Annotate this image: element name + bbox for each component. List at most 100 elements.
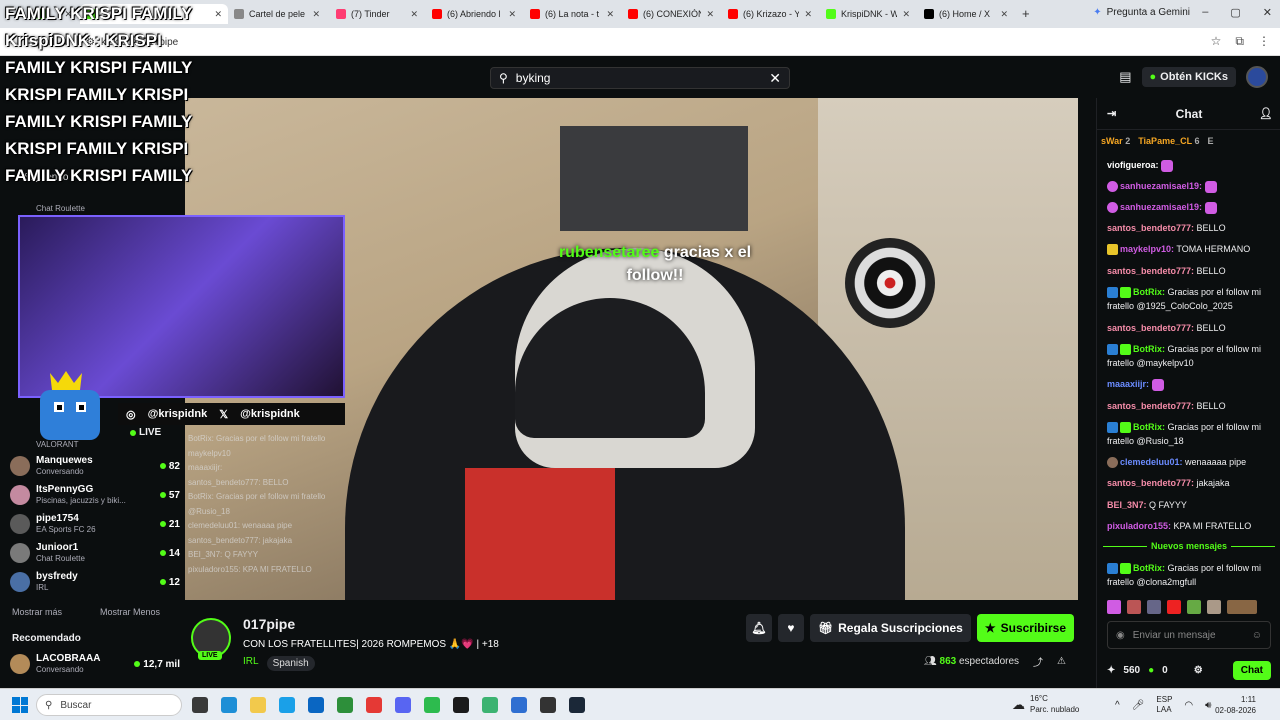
close-tab-icon[interactable]: ✕: [902, 9, 910, 20]
new-messages-divider[interactable]: Nuevos mensajes: [1103, 541, 1276, 551]
chat-username[interactable]: santos_bendeto777:: [1107, 223, 1194, 233]
chat-username[interactable]: BotRix:: [1133, 422, 1165, 432]
follow-heart-button[interactable]: ♥: [777, 614, 804, 642]
close-tab-icon[interactable]: ✕: [1000, 9, 1008, 20]
close-window-icon[interactable]: ✕: [1263, 6, 1272, 19]
browser-tab[interactable]: KrispiDNK - W ✕: [820, 4, 916, 24]
collapse-chat-icon[interactable]: ⇥: [1107, 107, 1116, 120]
chat-input[interactable]: ◉ Enviar un mensaje ☺: [1107, 621, 1271, 649]
browser-tab[interactable]: Cartel de pele ✕: [228, 4, 326, 24]
wifi-icon[interactable]: ◠: [1184, 700, 1193, 711]
show-less-button[interactable]: Mostrar Menos: [100, 607, 160, 617]
top-gifter[interactable]: sWar 2: [1101, 136, 1130, 146]
taskbar-app-icon[interactable]: [453, 697, 469, 713]
taskbar-app-icon[interactable]: [540, 697, 556, 713]
close-tab-icon[interactable]: ✕: [606, 9, 614, 20]
get-kicks-button[interactable]: ● Obtén KICKs: [1141, 67, 1236, 87]
taskbar-app-icon[interactable]: [395, 697, 411, 713]
chat-username[interactable]: sanhuezamisael19:: [1120, 202, 1202, 212]
close-tab-icon[interactable]: ✕: [706, 9, 714, 20]
top-gifter[interactable]: TiaPame_CL 6: [1138, 136, 1199, 146]
volume-icon[interactable]: 🔊︎: [1205, 700, 1211, 711]
notification-bell-button[interactable]: 🔔︎: [745, 614, 772, 642]
sidebar-channel[interactable]: ItsPennyGG Piscinas, jacuzzis y biki... 57: [10, 481, 180, 509]
minimize-icon[interactable]: –: [1202, 6, 1208, 19]
taskbar-app-icon[interactable]: [482, 697, 498, 713]
recommended-channel[interactable]: LACOBRAAA Conversando 12,7 mil: [10, 650, 180, 678]
browser-tab[interactable]: (6) CONEXIÓN ✕: [622, 4, 720, 24]
taskbar-app-icon[interactable]: [279, 697, 295, 713]
chat-users-icon[interactable]: 👤︎: [1259, 107, 1273, 120]
chat-username[interactable]: BotRix:: [1133, 344, 1165, 354]
taskbar-app-icon[interactable]: [250, 697, 266, 713]
user-avatar[interactable]: [1246, 66, 1268, 88]
chat-username[interactable]: maaaxiijr:: [1107, 379, 1149, 389]
emote-icon[interactable]: [1187, 600, 1201, 614]
sidebar-channel[interactable]: bysfredy IRL 12: [10, 568, 180, 596]
report-icon[interactable]: ⚠: [1057, 656, 1066, 667]
taskbar-app-icon[interactable]: [511, 697, 527, 713]
bookmark-icon[interactable]: ☆: [1211, 34, 1222, 49]
chat-username[interactable]: santos_bendeto777:: [1107, 401, 1194, 411]
emote-icon[interactable]: [1167, 600, 1181, 614]
close-tab-icon[interactable]: ✕: [214, 9, 222, 20]
emote-icon[interactable]: [1227, 600, 1257, 614]
chat-username[interactable]: santos_bendeto777:: [1107, 478, 1194, 488]
browser-tab[interactable]: (6) Krizazo - Y ✕: [722, 4, 818, 24]
close-tab-icon[interactable]: ✕: [410, 9, 418, 20]
close-tab-icon[interactable]: ✕: [312, 9, 320, 20]
chat-username[interactable]: viofigueroa:: [1107, 160, 1159, 170]
browser-tab[interactable]: (6) Abriendo l ✕: [426, 4, 522, 24]
mic-icon[interactable]: 🎤︎: [1132, 700, 1145, 711]
gift-subs-button[interactable]: 🎁︎ Regala Suscripciones: [809, 614, 971, 642]
chat-username[interactable]: pixuladoro155:: [1107, 521, 1171, 531]
emote-icon[interactable]: [1127, 600, 1141, 614]
emote-icon[interactable]: [1107, 600, 1121, 614]
emoji-icon[interactable]: ☺: [1252, 630, 1262, 641]
chat-username[interactable]: BEI_3N7:: [1107, 500, 1147, 510]
taskbar-app-icon[interactable]: [424, 697, 440, 713]
ask-gemini-button[interactable]: ✦ Pregunta a Gemini: [1093, 7, 1190, 18]
emote-icon[interactable]: [1207, 600, 1221, 614]
browser-tab[interactable]: (6) La nota - t ✕: [524, 4, 620, 24]
language-tag[interactable]: Spanish: [266, 656, 315, 671]
chat-username[interactable]: santos_bendeto777:: [1107, 266, 1194, 276]
chevron-up-icon[interactable]: ^: [1115, 700, 1120, 711]
chat-username[interactable]: BotRix:: [1133, 563, 1165, 573]
share-icon[interactable]: ⤴: [1033, 654, 1043, 669]
layout-icon[interactable]: ▤: [1119, 69, 1131, 85]
channel-name[interactable]: 017pipe: [243, 616, 295, 632]
send-chat-button[interactable]: Chat: [1232, 660, 1271, 680]
stream-category[interactable]: IRL: [243, 656, 259, 671]
menu-icon[interactable]: ⋮: [1258, 34, 1270, 49]
taskbar-app-icon[interactable]: [337, 697, 353, 713]
sidebar-channel[interactable]: Junioor1 Chat Roulette 14: [10, 539, 180, 567]
weather-widget[interactable]: ☁ 16°C Parc. nublado: [1012, 693, 1079, 715]
chat-username[interactable]: santos_bendeto777:: [1107, 323, 1194, 333]
close-tab-icon[interactable]: ✕: [804, 9, 812, 20]
taskbar-app-icon[interactable]: [308, 697, 324, 713]
top-gifter[interactable]: E: [1207, 136, 1213, 146]
sidebar-channel[interactable]: pipe1754 EA Sports FC 26 21: [10, 510, 180, 538]
taskbar-search[interactable]: ⚲ Buscar: [36, 694, 182, 716]
extensions-icon[interactable]: ⧉: [1235, 34, 1244, 49]
emote-icon[interactable]: [1147, 600, 1161, 614]
taskbar-app-icon[interactable]: [221, 697, 237, 713]
windows-start-icon[interactable]: [12, 697, 28, 713]
new-tab-button[interactable]: +: [1022, 6, 1030, 21]
url-field[interactable]: ⚙ kick.com/017pipe: [86, 33, 1086, 51]
chat-username[interactable]: clemedeluu01:: [1120, 457, 1183, 467]
language-indicator[interactable]: ESP LAA: [1156, 695, 1172, 715]
clear-search-icon[interactable]: ✕: [769, 70, 781, 87]
taskbar-app-icon[interactable]: [192, 697, 208, 713]
close-tab-icon[interactable]: ✕: [508, 9, 516, 20]
chat-settings-gear-icon[interactable]: ⚙: [1194, 665, 1203, 676]
chat-username[interactable]: sanhuezamisael19:: [1120, 181, 1202, 191]
browser-tab[interactable]: (7) Tinder ✕: [330, 4, 424, 24]
browser-tab[interactable]: (6) Home / X ✕: [918, 4, 1014, 24]
subscribe-button[interactable]: ★ Suscribirse: [976, 614, 1074, 642]
chat-username[interactable]: maykelpv10:: [1120, 244, 1174, 254]
maximize-icon[interactable]: ▢: [1230, 6, 1240, 19]
clock[interactable]: 1:11 02-08-2026: [1215, 694, 1256, 716]
taskbar-app-icon[interactable]: [569, 697, 585, 713]
